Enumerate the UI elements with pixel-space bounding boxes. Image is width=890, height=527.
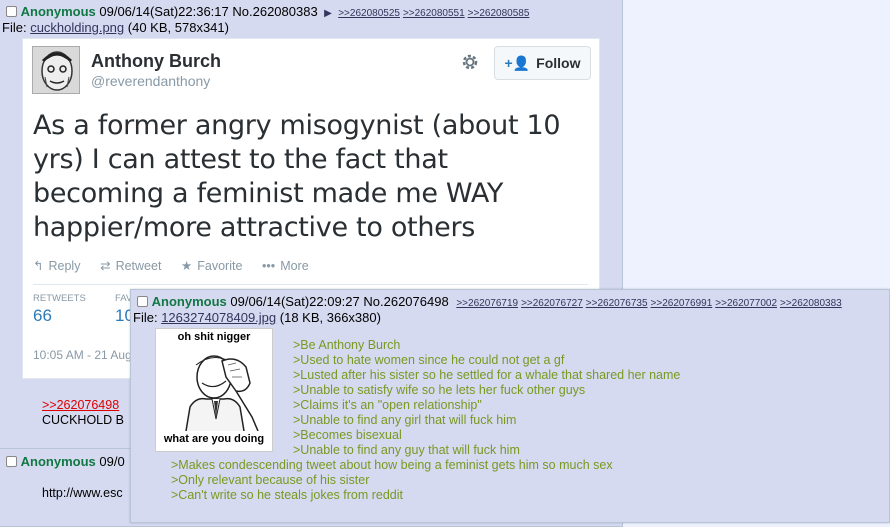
backlink[interactable]: >>262076991 (651, 298, 713, 309)
greentext-line: >Becomes bisexual (293, 428, 402, 442)
backlinks: >>262076719 >>262076727 >>262076735 >>26207… (456, 298, 844, 309)
post-datetime: 09/06/14(Sat)22:09:27 (230, 294, 360, 309)
retweets-label: RETWEETS (33, 293, 86, 304)
poster-name: Anonymous (151, 294, 227, 309)
post-number[interactable]: No.262076498 (363, 294, 448, 309)
comment-text: CUCKHOLD B (42, 413, 124, 427)
post-header: Anonymous 09/06/14(Sat)22:36:17 No.26208… (6, 4, 532, 19)
tweet-text: As a former angry misogynist (about 10 y… (33, 110, 561, 243)
retweet-label: Retweet (115, 258, 162, 273)
popup-header: Anonymous 09/06/14(Sat)22:09:27 No.26207… (137, 294, 845, 309)
post-datetime: 09/06/14(Sat)22:36:17 (99, 4, 229, 19)
reply-label: Reply (48, 258, 81, 273)
tweet-actions: ↰ Reply ⇄ Retweet ★ Favorite ••• More (33, 258, 325, 274)
quote-link[interactable]: >>262076498 (42, 398, 119, 412)
popup-comment: >Be Anthony Burch >Used to hate women si… (171, 338, 680, 503)
greentext-line: >Can't write so he steals jokes from red… (171, 488, 404, 502)
star-icon: ★ (181, 259, 193, 273)
file-info: File: cuckholding.png (40 KB, 578x341) (2, 20, 229, 35)
favorite-label: Favorite (197, 258, 243, 273)
greentext-line: >Used to hate women since he could not g… (293, 353, 565, 367)
reply-action[interactable]: ↰ Reply (33, 258, 81, 274)
follow-label: Follow (536, 55, 581, 71)
post-number[interactable]: No.262080383 (232, 4, 317, 19)
backlink[interactable]: >>262080551 (403, 8, 465, 19)
post-select-checkbox[interactable] (6, 456, 17, 467)
backlinks: >>262080525 >>262080551 >>262080585 (338, 8, 532, 19)
post-preview-popup: Anonymous 09/06/14(Sat)22:09:27 No.26207… (130, 289, 890, 523)
post-datetime: 09/0 (99, 454, 125, 469)
backlink[interactable]: >>262076719 (456, 298, 518, 309)
greentext-line: >Lusted after his sister so he settled f… (293, 368, 681, 382)
retweet-action[interactable]: ⇄ Retweet (100, 258, 162, 274)
backlink[interactable]: >>262076735 (586, 298, 648, 309)
greentext-line: >Claims it's an "open relationship" (293, 398, 482, 412)
more-icon: ••• (262, 259, 276, 273)
more-label: More (280, 259, 309, 273)
tweet-timestamp: 10:05 AM - 21 Aug (33, 348, 132, 362)
backlink[interactable]: >>262080383 (780, 298, 842, 309)
greentext-line: >Only relevant because of his sister (171, 473, 370, 487)
more-action[interactable]: ••• More (262, 259, 309, 273)
retweet-icon: ⇄ (100, 259, 111, 273)
file-label: File: (2, 20, 27, 35)
post2-header: Anonymous 09/0 (6, 454, 125, 469)
gear-icon[interactable] (460, 52, 480, 72)
post-select-checkbox[interactable] (137, 296, 148, 307)
file-meta: (18 KB, 366x380) (279, 310, 381, 325)
backlink[interactable]: >>262077002 (715, 298, 777, 309)
retweets-count[interactable]: 66 (33, 306, 52, 326)
popup-file-info: File: 1263274078409.jpg (18 KB, 366x380) (133, 310, 381, 325)
divider (33, 284, 588, 285)
greentext-line: >Makes condescending tweet about how bei… (171, 458, 613, 472)
greentext-line: >Unable to satisfy wife so he lets her f… (293, 383, 586, 397)
post2-text[interactable]: http://www.esc (42, 486, 123, 500)
poster-name: Anonymous (20, 454, 96, 469)
greentext-line: >Be Anthony Burch (293, 338, 401, 352)
tweet-handle[interactable]: @reverendanthony (91, 73, 210, 89)
tweet-display-name[interactable]: Anthony Burch (91, 51, 221, 72)
backlink[interactable]: >>262076727 (521, 298, 583, 309)
greentext-line: >Unable to find any girl that will fuck … (293, 413, 517, 427)
greentext-line: >Unable to find any guy that will fuck h… (293, 443, 520, 457)
reply-icon: ↰ (33, 259, 44, 273)
backlink[interactable]: >>262080585 (468, 8, 530, 19)
file-link[interactable]: cuckholding.png (30, 20, 124, 35)
poster-name: Anonymous (20, 4, 96, 19)
post-menu-arrow-icon[interactable]: ▶ (321, 8, 334, 19)
file-link[interactable]: 1263274078409.jpg (161, 310, 276, 325)
backlink[interactable]: >>262080525 (338, 8, 400, 19)
follow-button[interactable]: +👤 Follow (494, 46, 591, 80)
file-label: File: (133, 310, 158, 325)
avatar (32, 46, 80, 94)
post-select-checkbox[interactable] (6, 6, 17, 17)
favorite-action[interactable]: ★ Favorite (181, 258, 243, 274)
file-meta: (40 KB, 578x341) (127, 20, 229, 35)
add-user-icon: +👤 (504, 54, 531, 71)
